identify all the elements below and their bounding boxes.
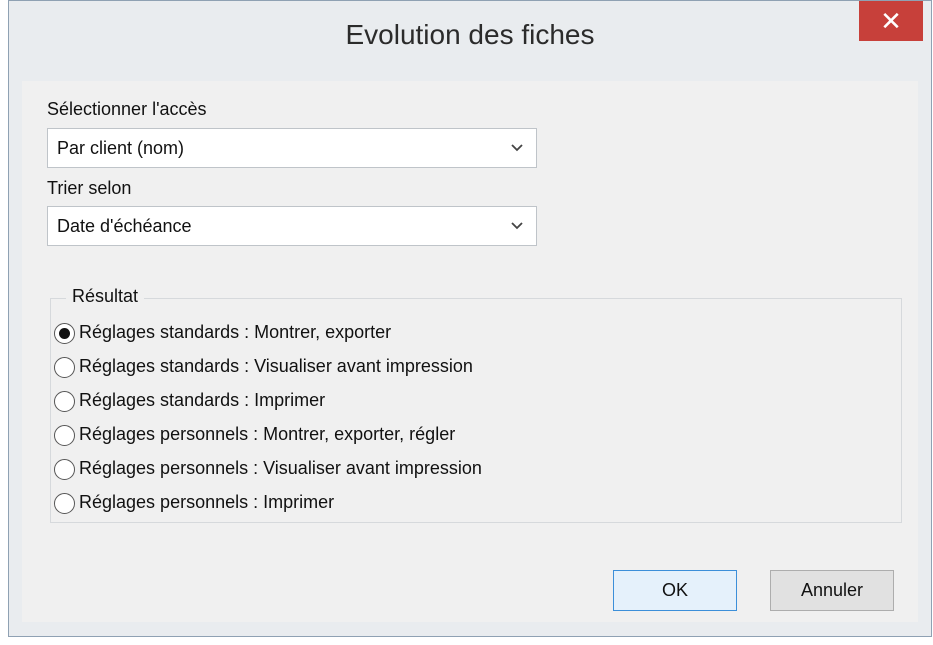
radio-button[interactable] <box>54 493 75 514</box>
result-option-label: Réglages standards : Visualiser avant im… <box>79 356 473 376</box>
dialog-content: Sélectionner l'accès Par client (nom) Tr… <box>22 81 918 622</box>
result-group-title: Résultat <box>66 286 145 307</box>
chevron-down-icon <box>511 144 523 152</box>
radio-button[interactable] <box>54 425 75 446</box>
window-title: Evolution des fiches <box>345 19 595 50</box>
sort-label: Trier selon <box>47 178 132 198</box>
radio-selected-dot <box>59 328 70 339</box>
close-icon: ✕ <box>880 6 902 36</box>
result-option-label: Réglages standards : Imprimer <box>79 390 326 410</box>
radio-button[interactable] <box>54 391 75 412</box>
access-select[interactable]: Par client (nom) <box>47 128 537 168</box>
title-bar: Evolution des fiches ✕ <box>9 1 931 81</box>
radio-button[interactable] <box>54 323 75 344</box>
ok-button[interactable]: OK <box>613 570 737 611</box>
result-option-label: Réglages personnels : Imprimer <box>79 492 335 512</box>
cancel-button[interactable]: Annuler <box>770 570 894 611</box>
result-option-label: Réglages personnels : Visualiser avant i… <box>79 458 482 478</box>
result-option-label: Réglages standards : Montrer, exporter <box>79 322 392 342</box>
radio-button[interactable] <box>54 459 75 480</box>
sort-select-value: Date d'échéance <box>57 216 192 236</box>
access-select-value: Par client (nom) <box>57 138 185 158</box>
sort-select[interactable]: Date d'échéance <box>47 206 537 246</box>
chevron-down-icon <box>511 222 523 230</box>
result-option-label: Réglages personnels : Montrer, exporter,… <box>79 424 456 444</box>
access-label: Sélectionner l'accès <box>47 99 207 119</box>
dialog-window: Evolution des fiches ✕ Sélectionner l'ac… <box>8 0 932 637</box>
radio-button[interactable] <box>54 357 75 378</box>
close-button[interactable]: ✕ <box>859 1 923 41</box>
